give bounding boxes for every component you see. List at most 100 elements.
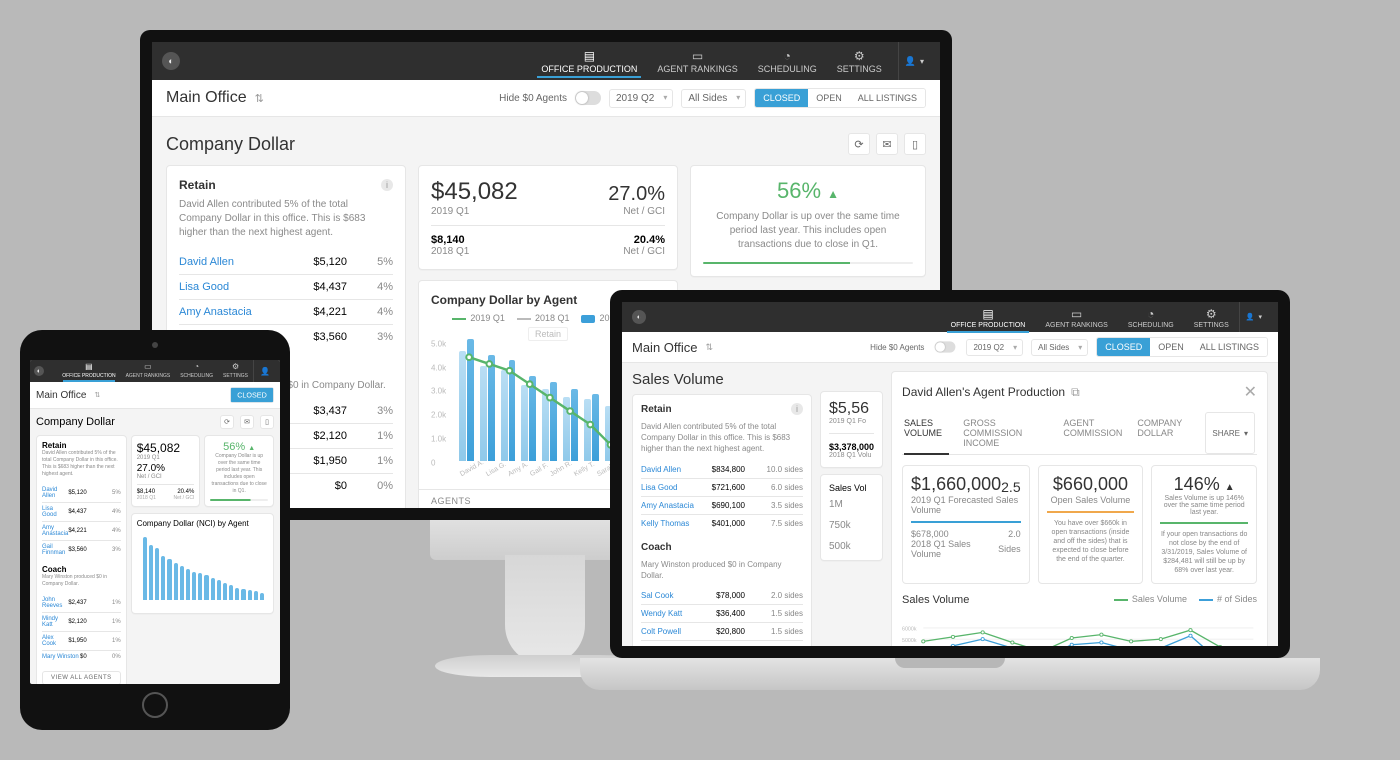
nav-scheduling[interactable]: ◔SCHEDULING [175, 360, 218, 382]
report-button[interactable]: ▯ [260, 415, 274, 429]
brand-logo[interactable]: ◐ [34, 366, 44, 376]
bar[interactable] [174, 563, 178, 600]
agent-link[interactable]: Sal Cook [641, 591, 673, 600]
agent-link[interactable]: Gail Finnman [42, 544, 68, 556]
bar[interactable] [192, 572, 196, 600]
close-icon[interactable]: ✕ [1244, 382, 1257, 402]
history-button[interactable]: ⟳ [848, 133, 870, 155]
agent-link[interactable]: Lisa Good [179, 281, 229, 293]
history-button[interactable]: ⟳ [220, 415, 234, 429]
agent-link[interactable]: David Allen [641, 465, 681, 474]
bar[interactable] [204, 575, 208, 600]
period-select[interactable]: 2019 Q2 [609, 89, 673, 108]
table-row[interactable]: David Allen$5,1205% [179, 250, 393, 274]
office-selector[interactable]: Main Office⇅ [36, 390, 100, 401]
user-menu[interactable]: 👤 [253, 360, 276, 382]
table-row[interactable]: David Allen$834,80010.0 sides [641, 461, 803, 478]
hide-zero-toggle[interactable] [935, 341, 956, 352]
bar[interactable] [211, 578, 215, 600]
bar[interactable] [180, 566, 184, 600]
email-button[interactable]: ✉ [876, 133, 898, 155]
table-row[interactable]: David Allen$5,1205% [42, 484, 121, 502]
agent-link[interactable]: Reynolds Carol [641, 645, 696, 646]
sides-select[interactable]: All Sides [681, 89, 746, 108]
agent-link[interactable]: Kelly Thomas [641, 519, 689, 528]
bar[interactable] [143, 537, 147, 600]
table-row[interactable]: Lisa Good$4,4374% [42, 502, 121, 521]
info-icon[interactable]: i [381, 179, 393, 191]
bar[interactable] [149, 545, 153, 600]
bar[interactable] [155, 548, 159, 600]
office-selector[interactable]: Main Office⇅ [632, 340, 713, 355]
closed-button[interactable]: CLOSED [755, 89, 808, 107]
agent-link[interactable]: Wendy Katt [641, 609, 682, 618]
table-row[interactable]: Alex Cook$1,9501% [42, 631, 121, 650]
agent-link[interactable]: David Allen [179, 256, 234, 268]
nav-office-production[interactable]: ▤OFFICE PRODUCTION [57, 360, 120, 382]
user-menu[interactable]: 👤▾ [1239, 302, 1268, 332]
hide-zero-toggle[interactable] [575, 91, 601, 105]
table-row[interactable]: Colt Powell$20,8001.5 sides [641, 622, 803, 640]
agent-link[interactable]: Colt Powell [641, 627, 681, 636]
bar[interactable] [241, 589, 245, 600]
nav-office-production[interactable]: ▤OFFICE PRODUCTION [941, 302, 1036, 333]
table-row[interactable]: Wendy Katt$36,4001.5 sides [641, 604, 803, 622]
all-listings-button[interactable]: ALL LISTINGS [850, 89, 925, 107]
nav-settings[interactable]: ⚙SETTINGS [1184, 302, 1239, 333]
office-selector[interactable]: Main Office ⇅ [166, 89, 264, 107]
table-row[interactable]: John Reeves$2,4371% [42, 594, 121, 612]
nav-office-production[interactable]: ▤OFFICE PRODUCTION [531, 44, 647, 78]
table-row[interactable]: Sal Cook$78,0002.0 sides [641, 587, 803, 604]
agent-link[interactable]: Lisa Good [42, 506, 68, 518]
agent-link[interactable]: Amy Anastacia [179, 306, 252, 318]
bar[interactable] [217, 580, 221, 600]
nav-agent-rankings[interactable]: ▭AGENT RANKINGS [121, 360, 176, 382]
agent-link[interactable]: Alex Cook [42, 635, 68, 647]
bar[interactable] [198, 573, 202, 600]
table-row[interactable]: Gail Finnman$3,5603% [42, 540, 121, 559]
brand-logo[interactable]: ◐ [632, 310, 646, 324]
agent-link[interactable]: Lisa Good [641, 483, 677, 492]
bar[interactable] [161, 556, 165, 600]
closed-button[interactable]: CLOSED [231, 388, 273, 402]
agent-link[interactable]: Amy Anastacia [42, 525, 68, 537]
view-all-agents-button[interactable]: VIEW ALL AGENTS [42, 671, 121, 684]
nav-scheduling[interactable]: ◔SCHEDULING [748, 44, 827, 78]
table-row[interactable]: Amy Anastacia$4,2214% [42, 521, 121, 540]
table-row[interactable]: Lisa Good$4,4374% [179, 274, 393, 299]
agent-link[interactable]: David Allen [42, 487, 68, 499]
tab-sales-volume[interactable]: SALES VOLUME [904, 412, 949, 455]
table-row[interactable]: Mary Winston$00% [42, 650, 121, 663]
info-icon[interactable]: i [791, 403, 803, 415]
brand-logo[interactable]: ◐ [162, 52, 180, 70]
user-menu[interactable]: 👤▾ [898, 42, 930, 80]
agent-link[interactable]: Mindy Katt [42, 616, 68, 628]
open-button[interactable]: OPEN [1150, 338, 1192, 356]
agent-link[interactable]: John Reeves [42, 597, 68, 609]
sides-select[interactable]: All Sides [1031, 339, 1088, 356]
agent-link[interactable]: Mary Winston [42, 654, 79, 660]
period-select[interactable]: 2019 Q2 [966, 339, 1023, 356]
nav-settings[interactable]: ⚙SETTINGS [827, 44, 892, 78]
table-row[interactable]: Kelly Thomas$401,0007.5 sides [641, 514, 803, 532]
bar[interactable] [229, 585, 233, 600]
closed-button[interactable]: CLOSED [1097, 338, 1150, 356]
nav-agent-rankings[interactable]: ▭AGENT RANKINGS [647, 44, 747, 78]
bar[interactable] [260, 593, 264, 600]
table-row[interactable]: Amy Anastacia$690,1003.5 sides [641, 496, 803, 514]
bar[interactable] [167, 559, 171, 600]
table-row[interactable]: Mindy Katt$2,1201% [42, 612, 121, 631]
open-button[interactable]: OPEN [808, 89, 850, 107]
nav-agent-rankings[interactable]: ▭AGENT RANKINGS [1035, 302, 1118, 333]
external-link-icon[interactable]: ⧉ [1071, 385, 1080, 400]
bar[interactable] [223, 583, 227, 600]
share-button[interactable]: SHARE▾ [1205, 412, 1255, 454]
table-row[interactable]: Amy Anastacia$4,2214% [179, 299, 393, 324]
report-button[interactable]: ▯ [904, 133, 926, 155]
bar[interactable] [254, 591, 258, 600]
tab-agent-commission[interactable]: AGENT COMMISSION [1063, 412, 1123, 454]
agent-link[interactable]: Amy Anastacia [641, 501, 694, 510]
home-button[interactable] [142, 692, 168, 718]
tab-gci[interactable]: GROSS COMMISSION INCOME [963, 412, 1049, 454]
table-row[interactable]: Reynolds Carol$00 sides [641, 640, 803, 646]
